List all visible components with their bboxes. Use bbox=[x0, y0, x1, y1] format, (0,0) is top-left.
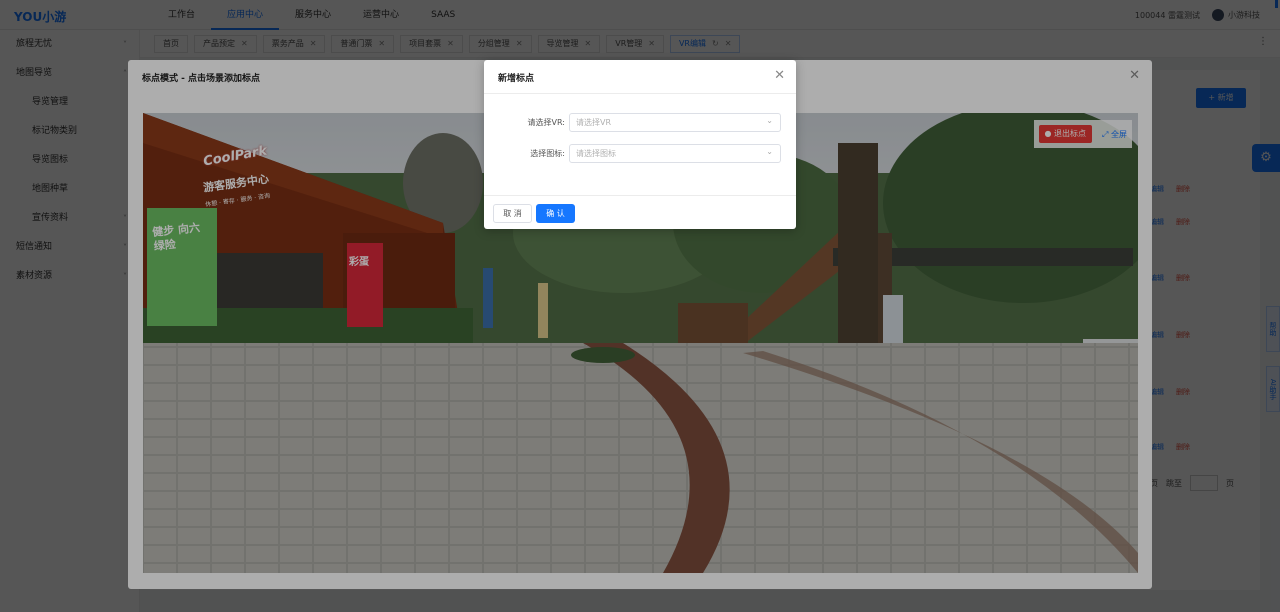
chevron-down-icon: ⌄ bbox=[766, 116, 773, 125]
divider bbox=[484, 93, 796, 94]
form-row-vr: 请选择VR: ⌄ bbox=[484, 113, 796, 133]
icon-field-label: 选择图标: bbox=[530, 149, 565, 158]
vr-field-label: 请选择VR: bbox=[527, 118, 565, 127]
vr-select-input[interactable] bbox=[570, 114, 750, 131]
form-row-icon: 选择图标: ⌄ bbox=[484, 144, 796, 164]
vr-select[interactable]: ⌄ bbox=[569, 113, 781, 132]
cancel-button[interactable]: 取 消 bbox=[493, 204, 532, 223]
icon-select[interactable]: ⌄ bbox=[569, 144, 781, 163]
add-marker-dialog: 新增标点 ✕ 请选择VR: ⌄ 选择图标: ⌄ 取 消 确 认 bbox=[484, 60, 796, 229]
dialog-title: 新增标点 bbox=[498, 74, 535, 84]
divider bbox=[484, 195, 796, 196]
close-icon[interactable]: ✕ bbox=[774, 68, 785, 83]
confirm-button[interactable]: 确 认 bbox=[536, 204, 575, 223]
icon-select-input[interactable] bbox=[570, 145, 750, 162]
chevron-down-icon: ⌄ bbox=[766, 147, 773, 156]
